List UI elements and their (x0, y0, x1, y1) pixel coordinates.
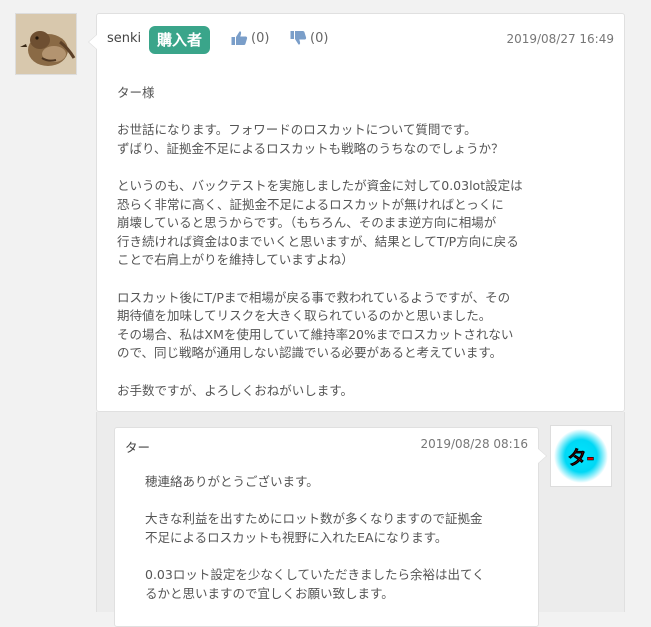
comment-paragraph: というのも、バックテストを実施しましたが資金に対して0.03lot設定は 恐らく… (117, 177, 523, 268)
like-count: (0) (251, 30, 270, 46)
seller-logo: タ- (551, 426, 611, 486)
reply-card: ター 2019/08/28 08:16 穂連絡ありがとうございます。 大きな利益… (114, 427, 547, 627)
buyer-badge: 購入者 (149, 26, 211, 54)
sparrow-photo (16, 14, 76, 74)
author-avatar[interactable] (15, 13, 77, 75)
comment-paragraph: お手数ですが、よろしくおねがいします。 (117, 382, 354, 398)
comment-paragraph: ロスカット後にT/Pまで相場が戻る事で救われているようですが、その 期待値を加味… (117, 289, 514, 361)
like-button[interactable]: (0) (231, 30, 269, 46)
comment-card: senki 購入者 (0) (0) 2019/08/27 16:49 ター様 お… (88, 13, 625, 412)
reply-paragraph: 0.03ロット設定を少なくしていただきましたら余裕は出てく るかと思いますので宜… (145, 566, 485, 601)
seller-logo-text: タ- (568, 447, 595, 469)
comment-body: ター様 お世話になります。フォワードのロスカットについて質問です。 ずばり、証拠… (117, 84, 557, 400)
dislike-button[interactable]: (0) (290, 30, 328, 46)
reply-section: ター 2019/08/28 08:16 穂連絡ありがとうございます。 大きな利益… (96, 412, 625, 627)
thumbs-down-icon (290, 31, 307, 45)
author-name[interactable]: senki (107, 31, 141, 46)
reply-author-name[interactable]: ター (125, 437, 150, 456)
seller-avatar[interactable]: タ- (550, 425, 612, 487)
reply-body: 穂連絡ありがとうございます。 大きな利益を出すためにロット数が多くなりますので証… (145, 473, 525, 603)
comment-paragraph: ター様 (117, 85, 155, 100)
comment-paragraph: お世話になります。フォワードのロスカットについて質問です。 ずばり、証拠金不足に… (117, 122, 504, 156)
post-date: 2019/08/27 16:49 (506, 32, 614, 46)
dislike-count: (0) (310, 30, 329, 46)
reply-paragraph: 穂連絡ありがとうございます。 (145, 474, 319, 489)
reply-date: 2019/08/28 08:16 (420, 437, 528, 451)
reply-paragraph: 大きな利益を出すためにロット数が多くなりますので証拠金 不足によるロスカットも視… (145, 511, 483, 545)
thumbs-up-icon (231, 31, 248, 45)
